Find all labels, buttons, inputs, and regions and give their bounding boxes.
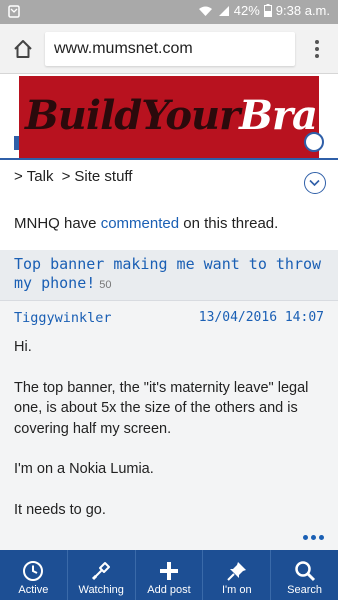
ad-divider — [0, 158, 338, 160]
search-icon — [294, 561, 315, 582]
battery-icon — [263, 4, 272, 17]
commented-link[interactable]: commented — [101, 215, 179, 232]
pin-icon — [227, 562, 246, 581]
status-indicators: 42% 9:38 a.m. — [198, 3, 330, 18]
post-date: 13/04/2016 14:07 — [198, 310, 324, 325]
plus-icon — [159, 562, 178, 580]
post-paragraph: The top banner, the "it's maternity leav… — [14, 379, 309, 437]
thread-container: Top banner making me want to throw my ph… — [0, 250, 338, 550]
notification-icon — [8, 5, 20, 18]
breadcrumb-item-site-stuff[interactable]: Site stuff — [74, 168, 132, 185]
post-count: 50 — [99, 279, 112, 291]
post-paragraph: Hi. — [14, 339, 32, 355]
signal-icon — [218, 5, 229, 16]
breadcrumb-item-talk[interactable]: Talk — [27, 168, 54, 185]
bottom-nav: Active Watching Add post I'm on Search — [0, 550, 338, 600]
status-bar: 42% 9:38 a.m. — [0, 0, 338, 24]
post-paragraph: It needs to go. — [14, 501, 106, 518]
post-author[interactable]: Tiggywinkler — [14, 310, 112, 326]
thread-title[interactable]: Top banner making me want to throw my ph… — [14, 255, 324, 295]
post-body: Hi. The top banner, the "it's maternity … — [14, 337, 324, 540]
clock-time: 9:38 a.m. — [275, 3, 330, 18]
ad-image[interactable]: BuildYourBrand — [19, 76, 319, 158]
more-options-icon[interactable] — [303, 535, 324, 540]
breadcrumb: > Talk > Site stuff — [14, 168, 136, 185]
clock-icon — [23, 561, 44, 581]
post-paragraph: I'm on a Nokia Lumia. — [14, 461, 154, 477]
ad-headline: BuildYourBrand — [25, 92, 319, 139]
nav-active[interactable]: Active — [0, 550, 68, 600]
url-bar[interactable]: www.mumsnet.com — [45, 32, 295, 66]
ad-info-icon[interactable] — [304, 132, 324, 152]
ad-banner[interactable]: BuildYourBrand — [0, 74, 338, 160]
flashlight-icon — [92, 562, 111, 581]
wifi-icon — [198, 6, 212, 16]
chevron-down-icon[interactable] — [304, 172, 326, 194]
nav-im-on[interactable]: I'm on — [203, 550, 272, 600]
nav-search[interactable]: Search — [271, 550, 338, 600]
breadcrumb-separator: > — [14, 168, 23, 185]
nav-add-post[interactable]: Add post — [136, 550, 204, 600]
breadcrumb-separator: > — [61, 168, 71, 185]
nav-watching[interactable]: Watching — [68, 550, 136, 600]
post: Tiggywinkler 13/04/2016 14:07 Hi. The to… — [0, 300, 338, 550]
browser-menu-icon[interactable] — [314, 40, 320, 58]
browser-toolbar: www.mumsnet.com — [0, 24, 338, 74]
home-icon[interactable] — [12, 38, 34, 60]
battery-percent: 42% — [233, 3, 260, 18]
mnhq-notice: MNHQ have commented on this thread. — [14, 215, 279, 232]
